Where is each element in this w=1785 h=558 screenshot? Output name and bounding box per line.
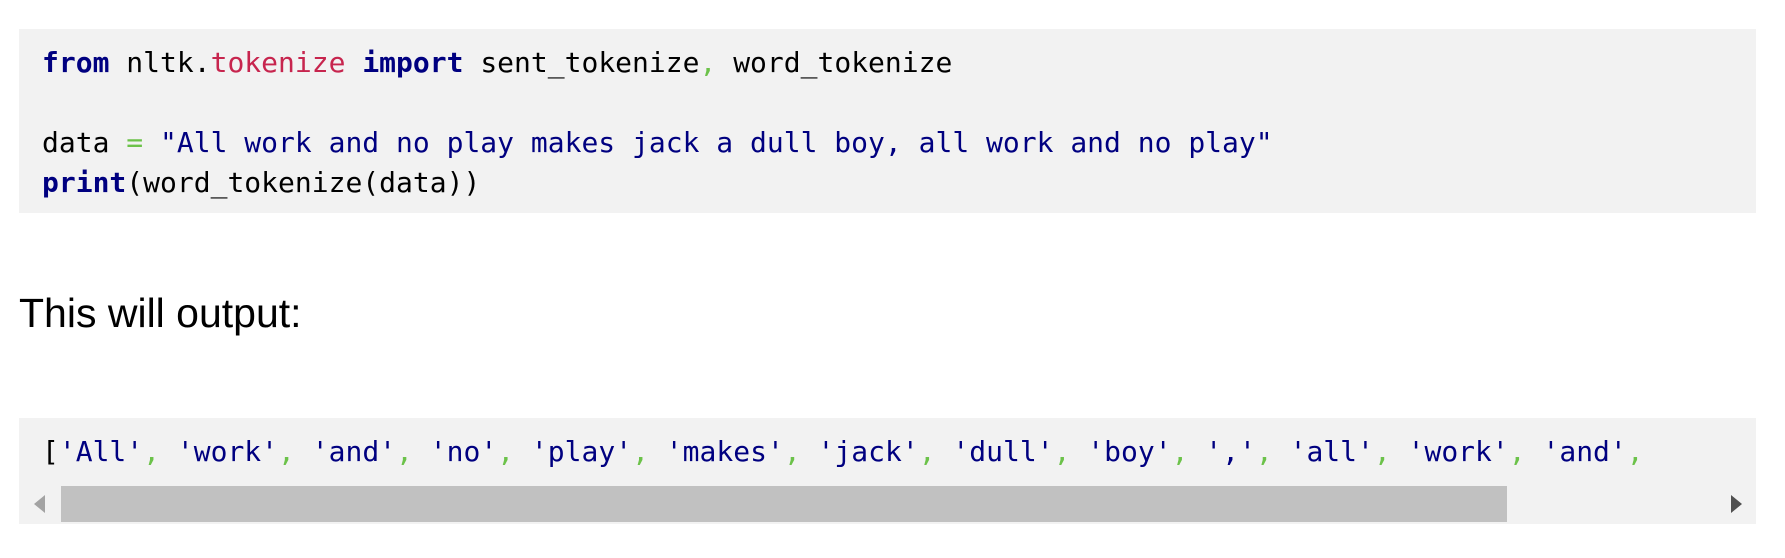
token-separator: , (632, 435, 649, 468)
token-separator: , (1171, 435, 1189, 468)
module-base: nltk. (109, 46, 211, 79)
triangle-right-icon (1730, 495, 1742, 513)
token-separator: , (1255, 435, 1273, 468)
output-token: 'play' (530, 435, 633, 468)
output-token: ',' (1205, 435, 1256, 468)
output-text: ['All', 'work', 'and', 'no', 'play', 'ma… (42, 432, 1644, 472)
token-separator: , (396, 435, 413, 468)
horizontal-scrollbar[interactable] (19, 484, 1756, 524)
code-line-1: from nltk.tokenize import sent_tokenize,… (42, 43, 1733, 83)
keyword-print: print (42, 166, 127, 199)
code-line-3: data = "All work and no play makes jack … (42, 123, 1733, 163)
code-line-4: print(word_tokenize(data)) (42, 163, 1733, 203)
output-token: 'all' (1289, 435, 1374, 468)
output-open-bracket: [ (42, 435, 59, 468)
variable-data: data (42, 126, 127, 159)
output-token: 'makes' (665, 435, 784, 468)
scroll-right-button[interactable] (1716, 484, 1756, 524)
token-separator: , (1508, 435, 1526, 468)
output-token: 'and' (311, 435, 397, 468)
output-token: 'dull' (952, 435, 1054, 468)
token-separator: , (1373, 435, 1391, 468)
output-token: 'work' (1407, 435, 1509, 468)
output-description: This will output: (19, 290, 302, 336)
token-separator: , (143, 435, 161, 468)
token-separator: , (918, 435, 936, 468)
output-block[interactable]: ['All', 'work', 'and', 'no', 'play', 'ma… (19, 418, 1756, 524)
output-token: 'boy' (1087, 435, 1172, 468)
triangle-left-icon (33, 495, 45, 513)
import-comma: , (699, 46, 717, 79)
import-name-2: word_tokenize (716, 46, 953, 79)
assign-operator: = (126, 126, 144, 159)
module-submodule: tokenize (210, 46, 346, 79)
scroll-left-button[interactable] (19, 484, 59, 524)
output-token: 'jack' (817, 435, 919, 468)
output-token: 'and' (1542, 435, 1627, 468)
scrollbar-thumb[interactable] (61, 486, 1507, 522)
code-block: from nltk.tokenize import sent_tokenize,… (19, 29, 1756, 213)
output-token: 'All' (58, 435, 144, 468)
keyword-import: import (362, 46, 464, 79)
token-separator: , (497, 435, 515, 468)
token-separator: , (1053, 435, 1071, 468)
string-literal: "All work and no play makes jack a dull … (143, 126, 1273, 159)
import-name-1: sent_tokenize (463, 46, 700, 79)
output-token: 'work' (176, 435, 279, 468)
output-token-list: 'All', 'work', 'and', 'no', 'play', 'mak… (59, 435, 1644, 468)
print-call: (word_tokenize(data)) (126, 166, 481, 199)
keyword-from: from (42, 46, 110, 79)
token-separator: , (783, 435, 801, 468)
output-token: 'no' (429, 435, 498, 468)
token-separator: , (1626, 435, 1644, 468)
token-separator: , (278, 435, 295, 468)
